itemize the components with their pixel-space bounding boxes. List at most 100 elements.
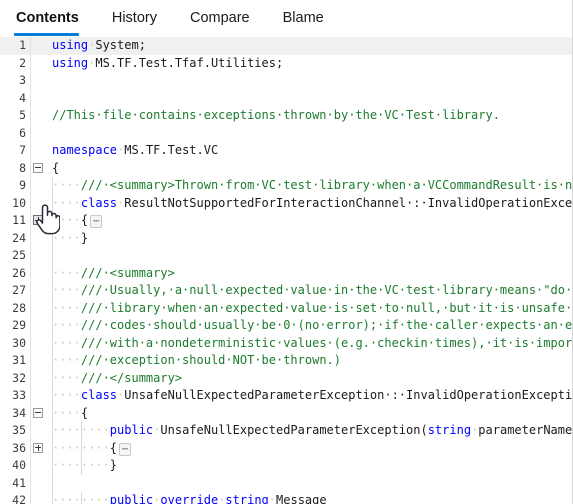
code-token: ///·with·a·nondeterministic·values·(e.g.… bbox=[80, 335, 572, 350]
code-token: using bbox=[52, 55, 89, 70]
code-text: using·System; bbox=[48, 37, 572, 55]
code-line[interactable]: 6 bbox=[0, 125, 572, 143]
code-text: using·MS.TF.Test.Tfaf.Utilities; bbox=[48, 55, 572, 73]
code-text: ········public·override·string·Message bbox=[48, 492, 572, 504]
file-viewer-window: Contents History Compare Blame 1 using·Syste… bbox=[0, 0, 573, 504]
code-line[interactable]: 1 using·System; bbox=[0, 37, 572, 55]
code-line[interactable]: 3 bbox=[0, 72, 572, 90]
line-number: 36 bbox=[12, 440, 26, 455]
code-line[interactable]: 34 ····{ bbox=[0, 405, 572, 423]
code-token: UnsafeNullExpectedParameterException( bbox=[160, 423, 428, 437]
code-token: public bbox=[109, 423, 154, 437]
tab-label: Compare bbox=[189, 10, 250, 26]
code-line[interactable]: 11 ····{⋯ bbox=[0, 212, 572, 230]
code-token: System; bbox=[95, 38, 146, 52]
line-number: 10 bbox=[12, 195, 26, 210]
code-editor[interactable]: 1 using·System; 2 using·MS.TF.Test.Tfaf.Uti… bbox=[0, 36, 572, 504]
code-text: ····///·<summary> bbox=[48, 265, 572, 283]
code-line[interactable]: 9 ····///·<summary>Thrown·from·VC·test·li… bbox=[0, 177, 572, 195]
code-token: ···· bbox=[52, 318, 81, 332]
code-text: ····///·Usually,·a·null·expected·value·i… bbox=[48, 282, 572, 300]
code-token: ···· bbox=[52, 335, 81, 350]
collapsed-region-ellipsis[interactable]: ⋯ bbox=[90, 215, 103, 228]
code-text: ····{ bbox=[48, 405, 572, 423]
code-token: string bbox=[427, 423, 472, 437]
code-token: using bbox=[52, 38, 89, 52]
code-token: ···· bbox=[52, 178, 81, 192]
code-token: class bbox=[80, 388, 118, 402]
code-token: ···· bbox=[52, 353, 81, 367]
code-line[interactable]: 33 ····class·UnsafeNullExpectedParameterE… bbox=[0, 387, 572, 405]
code-line[interactable]: 27 ····///·Usually,·a·null·expected·value… bbox=[0, 282, 572, 300]
code-line[interactable]: 8{ bbox=[0, 160, 572, 178]
code-lines-container: 1 using·System; 2 using·MS.TF.Test.Tfaf.Uti… bbox=[0, 37, 572, 504]
code-text: ····///·<summary>Thrown·from·VC·test·lib… bbox=[48, 177, 572, 195]
code-line[interactable]: 7 namespace·MS.TF.Test.VC bbox=[0, 142, 572, 160]
tab-history[interactable]: History bbox=[110, 0, 169, 28]
code-line[interactable]: 5 //This·file·contains·exceptions·thrown·… bbox=[0, 107, 572, 125]
code-token: ···· bbox=[52, 283, 81, 297]
code-token: ///·</summary> bbox=[80, 370, 183, 385]
code-line[interactable]: 36 ········{⋯ bbox=[0, 440, 572, 458]
code-token: ···· bbox=[52, 213, 81, 227]
code-token: { bbox=[80, 213, 89, 227]
code-line[interactable]: 25 bbox=[0, 247, 572, 265]
line-number: 40 bbox=[12, 458, 26, 472]
code-line[interactable]: 29 ····///·codes·should·usually·be·0·(no·… bbox=[0, 317, 572, 335]
line-number: 34 bbox=[12, 405, 26, 420]
code-token: class bbox=[80, 195, 118, 210]
expand-fold-toggle[interactable] bbox=[33, 442, 43, 453]
line-number: 41 bbox=[12, 475, 26, 490]
line-number: 3 bbox=[19, 73, 26, 87]
code-token: string bbox=[225, 493, 269, 504]
code-text: ····class·UnsafeNullExpectedParameterExc… bbox=[48, 387, 572, 405]
code-line[interactable]: 35 ········public·UnsafeNullExpectedParam… bbox=[0, 422, 572, 440]
code-line[interactable]: 31 ····///·exception·should·NOT·be·thrown… bbox=[0, 352, 572, 370]
line-number: 32 bbox=[12, 370, 26, 385]
code-token: · bbox=[268, 493, 277, 504]
code-line[interactable]: 4 bbox=[0, 90, 572, 108]
line-number: 42 bbox=[12, 493, 26, 504]
tab-compare[interactable]: Compare bbox=[188, 0, 262, 28]
code-token: namespace bbox=[52, 143, 118, 157]
code-token: ···· bbox=[52, 230, 81, 245]
code-line[interactable]: 26 ····///·<summary> bbox=[0, 265, 572, 283]
code-token: ···· bbox=[52, 370, 81, 385]
code-line[interactable]: 42 ········public·override·string·Message bbox=[0, 492, 572, 504]
code-token: } bbox=[80, 230, 89, 245]
code-token: UnsafeNullExpectedParameterException·:·I… bbox=[124, 388, 572, 402]
code-line[interactable]: 24 ····} bbox=[0, 230, 572, 248]
line-number: 5 bbox=[19, 108, 26, 122]
line-number: 11 bbox=[12, 213, 26, 227]
line-number: 9 bbox=[19, 178, 26, 192]
line-number: 1 bbox=[19, 38, 26, 52]
collapse-fold-toggle[interactable] bbox=[33, 162, 43, 173]
collapsed-region-ellipsis[interactable]: ⋯ bbox=[119, 442, 132, 456]
collapse-fold-toggle[interactable] bbox=[33, 407, 43, 418]
code-token: Message bbox=[276, 493, 327, 504]
code-line[interactable]: 10 ····class·ResultNotSupportedForInterac… bbox=[0, 195, 572, 213]
code-text: namespace·MS.TF.Test.VC bbox=[48, 142, 572, 160]
line-number: 4 bbox=[19, 90, 26, 105]
code-token: override bbox=[160, 493, 219, 504]
line-number: 24 bbox=[12, 230, 26, 245]
code-line[interactable]: 2 using·MS.TF.Test.Tfaf.Utilities; bbox=[0, 55, 572, 73]
code-line[interactable]: 30 ····///·with·a·nondeterministic·values… bbox=[0, 335, 572, 353]
code-line[interactable]: 40 ········} bbox=[0, 457, 572, 475]
expand-fold-toggle[interactable] bbox=[33, 215, 43, 225]
code-text: ····///·codes·should·usually·be·0·(no·er… bbox=[48, 317, 572, 335]
code-token: ///·<summary> bbox=[80, 265, 175, 280]
code-token: ···· bbox=[52, 300, 81, 315]
line-number: 8 bbox=[19, 160, 26, 175]
code-line[interactable]: 28 ····///·library·when·an·expected·value… bbox=[0, 300, 572, 318]
code-token: //This·file·contains·exceptions·thrown·b… bbox=[52, 108, 500, 122]
tab-blame[interactable]: Blame bbox=[281, 0, 336, 28]
code-line[interactable]: 32 ····///·</summary> bbox=[0, 370, 572, 388]
tab-contents[interactable]: Contents bbox=[14, 0, 91, 36]
code-line[interactable]: 41 bbox=[0, 475, 572, 493]
code-token: MS.TF.Test.VC bbox=[124, 143, 219, 157]
tab-bar: Contents History Compare Blame bbox=[0, 0, 572, 36]
line-number: 6 bbox=[19, 125, 26, 140]
code-token: ///·exception·should·NOT·be·thrown.) bbox=[80, 353, 341, 367]
code-text: ········{⋯ bbox=[48, 440, 572, 458]
